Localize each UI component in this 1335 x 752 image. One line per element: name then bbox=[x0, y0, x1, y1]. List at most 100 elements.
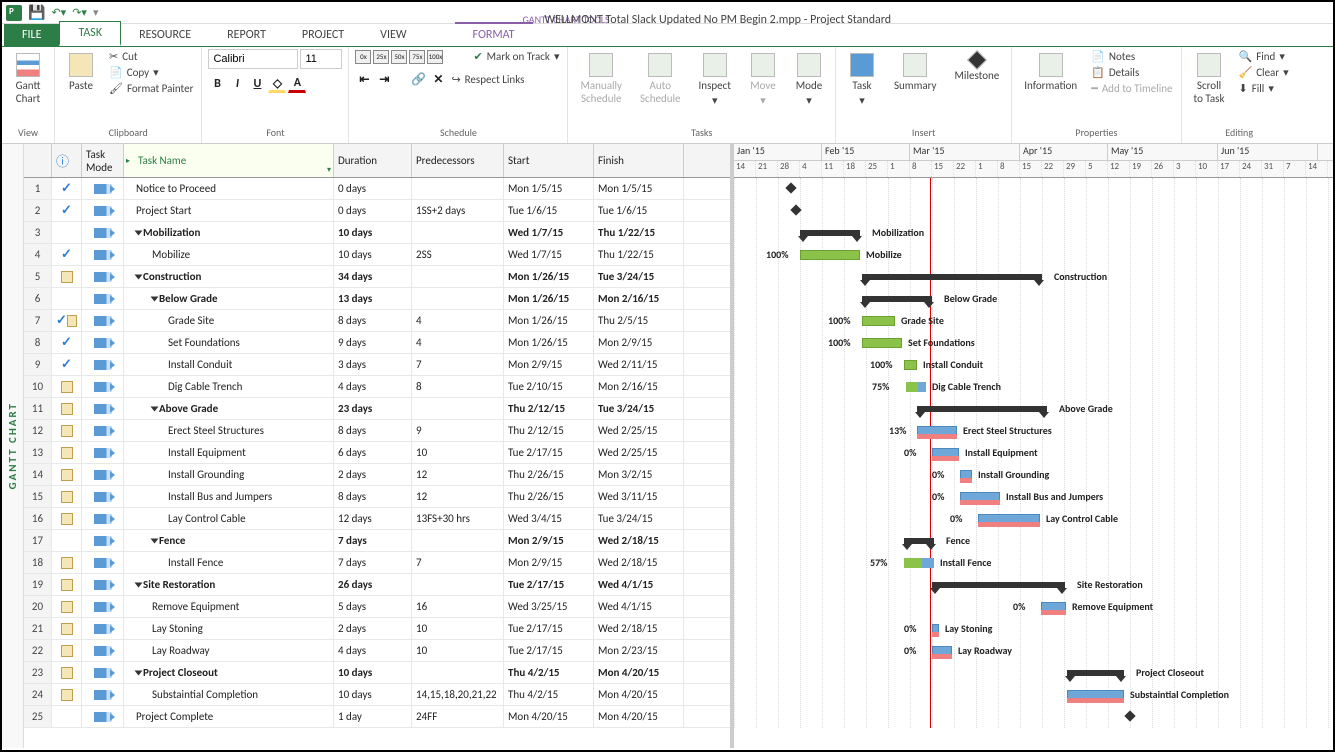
summary-insert-button[interactable]: Summary bbox=[888, 49, 943, 96]
undo-icon[interactable]: ↶▾ bbox=[51, 6, 66, 19]
duration-cell[interactable]: 7 days bbox=[334, 552, 412, 573]
task-name-cell[interactable]: Site Restoration bbox=[124, 574, 334, 595]
milestone-marker[interactable] bbox=[790, 204, 801, 215]
row-number[interactable]: 25 bbox=[24, 706, 52, 727]
table-row[interactable]: 7✓Grade Site8 days4Mon 1/26/15Thu 2/5/15 bbox=[24, 310, 730, 332]
start-cell[interactable]: Wed 1/7/15 bbox=[504, 244, 594, 265]
font-size-combo[interactable] bbox=[300, 49, 342, 69]
duration-cell[interactable]: 23 days bbox=[334, 398, 412, 419]
task-mode-cell[interactable] bbox=[82, 398, 124, 419]
predecessors-cell[interactable]: 4 bbox=[412, 332, 504, 353]
format-painter-button[interactable]: 🖌Format Painter bbox=[107, 81, 195, 96]
tab-project[interactable]: PROJECT bbox=[284, 24, 362, 46]
gantt-body[interactable]: Mobilization100%MobilizeConstructionBelo… bbox=[734, 178, 1333, 728]
gantt-row[interactable]: 0%Lay Stoning bbox=[734, 618, 1333, 640]
collapse-icon[interactable] bbox=[151, 406, 159, 411]
finish-cell[interactable]: Mon 4/20/15 bbox=[594, 662, 684, 683]
row-number[interactable]: 12 bbox=[24, 420, 52, 441]
task-mode-cell[interactable] bbox=[82, 508, 124, 529]
task-name-cell[interactable]: Above Grade bbox=[124, 398, 334, 419]
start-cell[interactable]: Mon 1/26/15 bbox=[504, 266, 594, 287]
task-name-cell[interactable]: Dig Cable Trench bbox=[124, 376, 334, 397]
task-mode-cell[interactable] bbox=[82, 354, 124, 375]
predecessors-cell[interactable]: 10 bbox=[412, 442, 504, 463]
grid-body[interactable]: 1✓Notice to Proceed0 daysMon 1/5/15Mon 1… bbox=[24, 178, 730, 728]
predecessors-cell[interactable] bbox=[412, 222, 504, 243]
start-cell[interactable]: Mon 1/26/15 bbox=[504, 288, 594, 309]
task-bar[interactable] bbox=[862, 338, 902, 348]
collapse-icon[interactable] bbox=[135, 230, 143, 235]
finish-cell[interactable]: Wed 2/18/15 bbox=[594, 618, 684, 639]
row-number[interactable]: 19 bbox=[24, 574, 52, 595]
finish-cell[interactable]: Wed 2/18/15 bbox=[594, 552, 684, 573]
task-name-cell[interactable]: Notice to Proceed bbox=[124, 178, 334, 199]
task-bar[interactable] bbox=[904, 558, 934, 568]
duration-cell[interactable]: 10 days bbox=[334, 244, 412, 265]
task-mode-cell[interactable] bbox=[82, 706, 124, 727]
predecessors-cell[interactable] bbox=[412, 530, 504, 551]
table-row[interactable]: 23Project Closeout10 daysThu 4/2/15Mon 4… bbox=[24, 662, 730, 684]
start-cell[interactable]: Tue 2/17/15 bbox=[504, 640, 594, 661]
table-row[interactable]: 16Lay Control Cable12 days13FS+30 hrsWed… bbox=[24, 508, 730, 530]
row-number[interactable]: 14 bbox=[24, 464, 52, 485]
finish-cell[interactable]: Thu 2/5/15 bbox=[594, 310, 684, 331]
duration-cell[interactable]: 1 day bbox=[334, 706, 412, 727]
gantt-row[interactable]: 0%Remove Equipment bbox=[734, 596, 1333, 618]
table-row[interactable]: 15Install Bus and Jumpers8 days12Thu 2/2… bbox=[24, 486, 730, 508]
task-name-cell[interactable]: Lay Control Cable bbox=[124, 508, 334, 529]
task-mode-cell[interactable] bbox=[82, 376, 124, 397]
task-mode-cell[interactable] bbox=[82, 244, 124, 265]
milestone-marker[interactable] bbox=[785, 182, 796, 193]
col-duration[interactable]: Duration bbox=[334, 144, 412, 177]
gantt-chart-button[interactable]: Gantt Chart bbox=[8, 49, 48, 109]
gantt-row[interactable]: 0%Install Grounding bbox=[734, 464, 1333, 486]
font-color-button[interactable]: A bbox=[288, 75, 306, 93]
cut-button[interactable]: ✂Cut bbox=[107, 49, 195, 64]
start-cell[interactable]: Thu 2/26/15 bbox=[504, 486, 594, 507]
predecessors-cell[interactable] bbox=[412, 574, 504, 595]
predecessors-cell[interactable]: 10 bbox=[412, 618, 504, 639]
gantt-row[interactable]: 0%Lay Control Cable bbox=[734, 508, 1333, 530]
tab-resource[interactable]: RESOURCE bbox=[121, 24, 209, 46]
row-number[interactable]: 4 bbox=[24, 244, 52, 265]
gantt-row[interactable] bbox=[734, 178, 1333, 200]
notes-button[interactable]: 📄Notes bbox=[1089, 49, 1174, 64]
start-cell[interactable]: Wed 3/25/15 bbox=[504, 596, 594, 617]
redo-icon[interactable]: ↷▾ bbox=[72, 6, 87, 19]
row-number[interactable]: 1 bbox=[24, 178, 52, 199]
summary-bar[interactable] bbox=[932, 582, 1065, 588]
gantt-row[interactable]: Below Grade bbox=[734, 288, 1333, 310]
milestone-marker[interactable] bbox=[1124, 710, 1135, 721]
duration-cell[interactable]: 10 days bbox=[334, 222, 412, 243]
predecessors-cell[interactable]: 10 bbox=[412, 640, 504, 661]
duration-cell[interactable]: 26 days bbox=[334, 574, 412, 595]
table-row[interactable]: 2✓Project Start0 days1SS+2 daysTue 1/6/1… bbox=[24, 200, 730, 222]
duration-cell[interactable]: 0 days bbox=[334, 200, 412, 221]
table-row[interactable]: 9✓Install Conduit3 days7Mon 2/9/15Wed 2/… bbox=[24, 354, 730, 376]
task-name-cell[interactable]: Install Grounding bbox=[124, 464, 334, 485]
duration-cell[interactable]: 34 days bbox=[334, 266, 412, 287]
finish-cell[interactable]: Tue 1/6/15 bbox=[594, 200, 684, 221]
task-mode-cell[interactable] bbox=[82, 310, 124, 331]
duration-cell[interactable]: 8 days bbox=[334, 420, 412, 441]
task-name-cell[interactable]: Lay Roadway bbox=[124, 640, 334, 661]
task-bar[interactable] bbox=[862, 316, 895, 326]
task-mode-cell[interactable] bbox=[82, 288, 124, 309]
task-mode-cell[interactable] bbox=[82, 662, 124, 683]
start-cell[interactable]: Thu 2/12/15 bbox=[504, 398, 594, 419]
table-row[interactable]: 14Install Grounding2 days12Thu 2/26/15Mo… bbox=[24, 464, 730, 486]
task-name-cell[interactable]: Set Foundations bbox=[124, 332, 334, 353]
predecessors-cell[interactable] bbox=[412, 266, 504, 287]
summary-bar[interactable] bbox=[862, 296, 932, 302]
predecessors-cell[interactable]: 4 bbox=[412, 310, 504, 331]
inspect-button[interactable]: Inspect▾ bbox=[693, 49, 737, 111]
task-mode-cell[interactable] bbox=[82, 486, 124, 507]
task-name-cell[interactable]: Project Closeout bbox=[124, 662, 334, 683]
duration-cell[interactable]: 10 days bbox=[334, 662, 412, 683]
table-row[interactable]: 12Erect Steel Structures8 days9Thu 2/12/… bbox=[24, 420, 730, 442]
qat-customize-icon[interactable]: ▾ bbox=[93, 6, 99, 19]
predecessors-cell[interactable]: 24FF bbox=[412, 706, 504, 727]
table-row[interactable]: 5Construction34 daysMon 1/26/15Tue 3/24/… bbox=[24, 266, 730, 288]
pct-0-button[interactable]: 0x bbox=[355, 50, 371, 64]
task-insert-button[interactable]: Task▾ bbox=[842, 49, 882, 111]
